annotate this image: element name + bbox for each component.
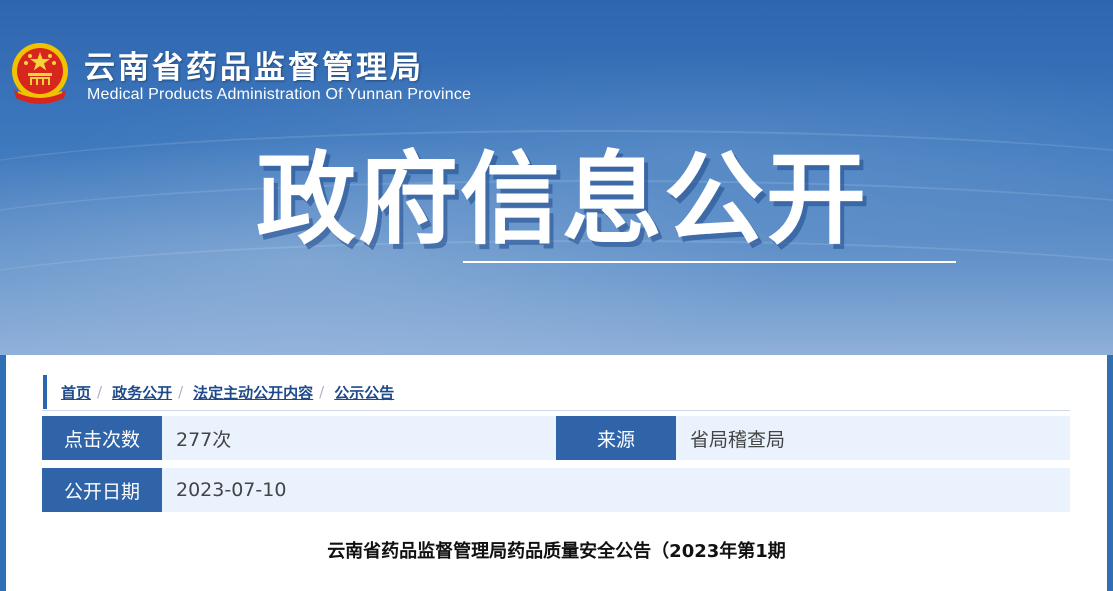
breadcrumb-announcements-link[interactable]: 公示公告 bbox=[334, 382, 394, 403]
national-emblem-icon[interactable] bbox=[8, 40, 72, 108]
clicks-label: 点击次数 bbox=[42, 416, 162, 460]
breadcrumb-statutory-content-link[interactable]: 法定主动公开内容 bbox=[193, 382, 313, 403]
site-title-english[interactable]: Medical Products Administration Of Yunna… bbox=[87, 86, 471, 104]
breadcrumb-divider bbox=[42, 410, 1070, 411]
breadcrumb-home-link[interactable]: 首页 bbox=[61, 382, 91, 403]
header-banner: 云南省药品监督管理局 Medical Products Administrati… bbox=[0, 0, 1113, 355]
site-title[interactable]: 云南省药品监督管理局 bbox=[84, 42, 424, 87]
info-row-date: 公开日期 2023-07-10 bbox=[42, 468, 1070, 512]
banner-title: 政府信息公开 bbox=[256, 141, 868, 258]
breadcrumb-gov-affairs-link[interactable]: 政务公开 bbox=[112, 382, 172, 403]
info-row-clicks-source: 点击次数 277次 来源 省局稽查局 bbox=[42, 416, 1070, 460]
date-value: 2023-07-10 bbox=[162, 468, 1070, 512]
breadcrumb: 首页 / 政务公开 / 法定主动公开内容 / 公示公告 bbox=[43, 375, 394, 409]
breadcrumb-separator: / bbox=[178, 383, 184, 401]
date-label: 公开日期 bbox=[42, 468, 162, 512]
article-title: 云南省药品监督管理局药品质量安全公告（2023年第1期 bbox=[327, 541, 786, 562]
breadcrumb-separator: / bbox=[319, 383, 325, 401]
breadcrumb-separator: / bbox=[97, 383, 103, 401]
clicks-value: 277次 bbox=[162, 416, 556, 460]
source-label: 来源 bbox=[556, 416, 676, 460]
main-content: 首页 / 政务公开 / 法定主动公开内容 / 公示公告 点击次数 277次 来源… bbox=[6, 355, 1107, 591]
source-value: 省局稽查局 bbox=[676, 416, 1070, 460]
banner-title-underline bbox=[463, 261, 956, 263]
